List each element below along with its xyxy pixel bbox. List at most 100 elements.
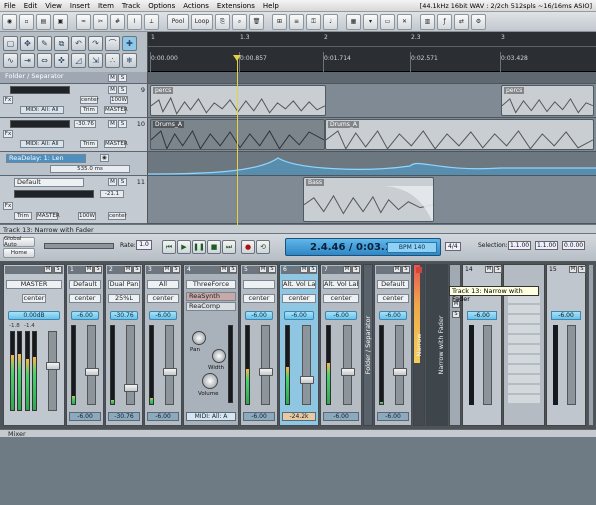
time-signature[interactable]: 4/4 <box>445 242 461 251</box>
volume-fader[interactable] <box>85 325 99 405</box>
fade-tool-icon[interactable]: ◿ <box>71 53 86 68</box>
stretch-tool-icon[interactable]: ⇔ <box>37 53 52 68</box>
save-project-icon[interactable]: ▣ <box>53 13 68 30</box>
tab-tool-icon[interactable]: ⇥ <box>20 53 35 68</box>
menu-edit[interactable]: Edit <box>20 2 42 10</box>
select-tool-icon[interactable]: ▢ <box>3 36 18 51</box>
master-send-button[interactable]: MASTER <box>36 212 60 220</box>
narrow-fader-strip[interactable]: Narrow with Fader <box>426 264 448 426</box>
volume-knob[interactable] <box>202 373 218 389</box>
mute-button[interactable]: M <box>485 266 493 273</box>
volume-fader[interactable] <box>393 325 407 405</box>
pan-value[interactable]: center <box>22 294 46 303</box>
mixer-strip-15[interactable]: 15 M S -6.00 <box>546 264 586 426</box>
envelope-lane[interactable] <box>148 152 596 176</box>
pan-value[interactable]: center <box>69 294 101 303</box>
volume-fader[interactable] <box>483 325 492 405</box>
mute-button[interactable]: M <box>108 120 117 128</box>
mixer-icon[interactable]: ▥ <box>420 13 435 30</box>
solo-button[interactable]: S <box>118 86 127 94</box>
track-11[interactable]: Default M S 11 -21.1 Fx Trim MASTER 100W… <box>0 176 148 224</box>
volume-fader[interactable] <box>300 325 314 405</box>
paste-icon[interactable]: ⎘ <box>215 13 230 30</box>
solo-button[interactable]: S <box>578 266 586 273</box>
waveform-icon[interactable]: ≈ <box>76 13 91 30</box>
mute-button[interactable]: M <box>85 266 93 273</box>
pan-value[interactable]: center <box>147 294 179 303</box>
mixer-strip-6[interactable]: 6 M S Alt. Vol Label center -6.00 -24.2k <box>279 264 319 426</box>
fx-button[interactable]: Fx <box>3 202 13 210</box>
solo-button[interactable]: S <box>118 178 127 186</box>
mute-button[interactable]: M <box>108 74 117 82</box>
pan-value[interactable]: center <box>80 96 99 104</box>
record-arm-icon[interactable] <box>416 267 422 273</box>
undo-icon[interactable]: ↶ <box>71 36 86 51</box>
pencil-tool-icon[interactable]: ✎ <box>37 36 52 51</box>
media-item-percs[interactable]: percs <box>150 85 326 116</box>
mute-button[interactable]: M <box>220 266 228 273</box>
volume-fader[interactable] <box>46 331 60 411</box>
trash-icon[interactable]: 🗑 <box>249 13 264 30</box>
mixer-strip-4[interactable]: 4 M S ThreeForce ReaSynth ReaComp Pan Wi… <box>183 264 239 426</box>
envelope-tool-icon[interactable]: ⌒ <box>105 36 120 51</box>
volume-fader[interactable] <box>427 385 436 505</box>
mute-button[interactable]: M <box>259 266 267 273</box>
pan-value[interactable]: center <box>323 294 359 303</box>
folder-strip-collapsed[interactable]: Folder / Separator <box>363 264 373 426</box>
lock-icon[interactable]: ⚿ <box>306 13 321 30</box>
go-to-end-icon[interactable]: ⏭ <box>222 240 236 254</box>
mixer-strip-default[interactable]: M S Default center -6.00 -6.00 <box>374 264 412 426</box>
mute-button[interactable]: M <box>300 266 308 273</box>
zoom-icon[interactable]: ⌕ <box>232 13 247 30</box>
menu-options[interactable]: Options <box>144 2 179 10</box>
playrate-slider[interactable] <box>44 243 114 249</box>
home-button[interactable]: Home <box>3 248 35 258</box>
nudge-tool-icon[interactable]: ⇲ <box>88 53 103 68</box>
mixer-strip-2[interactable]: 2 M S Dual Pan 25%L -30.76 -30.76 <box>105 264 143 426</box>
wave-tool-icon[interactable]: ∿ <box>3 53 18 68</box>
solo-button[interactable]: S <box>452 311 460 318</box>
trim-button[interactable]: Trim <box>80 106 98 114</box>
midi-input-select[interactable]: MIDI: All: All <box>20 106 64 114</box>
track-9[interactable]: M S 9 Fx center 100W MIDI: All: All Trim… <box>0 84 148 118</box>
redo-icon[interactable]: ↷ <box>88 36 103 51</box>
envelope-name[interactable]: ReaDelay: 1: Len <box>6 154 86 163</box>
track-name[interactable]: Default <box>14 178 84 187</box>
volume-fader[interactable] <box>341 325 355 405</box>
volume-fader[interactable] <box>259 325 273 405</box>
volume-value[interactable]: -6.00 <box>467 311 497 320</box>
mute-button[interactable]: M <box>163 266 171 273</box>
snap-icon[interactable]: ⊞ <box>272 13 287 30</box>
edit-cursor-flag[interactable] <box>233 55 241 61</box>
pan-value[interactable]: center <box>108 212 127 220</box>
track-10[interactable]: -30.76 M S 10 Fx MIDI: All: All Trim MAS… <box>0 118 148 152</box>
media-item-bass[interactable]: Bass <box>303 177 434 222</box>
mixer-scrollbar[interactable] <box>588 264 594 426</box>
volume-value[interactable]: -6.00 <box>284 311 314 320</box>
new-project-icon[interactable]: ▫ <box>19 13 34 30</box>
volume-value[interactable]: -6.00 <box>551 311 581 320</box>
menu-extensions[interactable]: Extensions <box>213 2 259 10</box>
routing-icon[interactable]: ⇄ <box>454 13 469 30</box>
solo-button[interactable]: S <box>133 266 141 273</box>
mixer-strip-3[interactable]: 3 M S All center -6.00 -6.00 <box>144 264 182 426</box>
loop-icon[interactable]: ⟲ <box>256 240 270 254</box>
volume-fader[interactable] <box>124 325 138 405</box>
marker-icon[interactable]: ▾ <box>363 13 378 30</box>
selection-length[interactable]: 0.0.00 <box>562 241 586 250</box>
width-value[interactable]: 100W <box>78 212 96 220</box>
media-item-percs-2[interactable]: percs <box>501 85 594 116</box>
mute-button[interactable]: M <box>108 178 117 186</box>
stop-icon[interactable]: ■ <box>207 240 221 254</box>
grid-icon[interactable]: # <box>110 13 125 30</box>
volume-value[interactable]: -21.1 <box>100 190 124 198</box>
volume-value[interactable]: -6.00 <box>325 311 357 320</box>
pan-value[interactable]: center <box>377 294 409 303</box>
menu-help[interactable]: Help <box>259 2 283 10</box>
fx-icon[interactable]: ƒ <box>437 13 452 30</box>
mute-button[interactable]: M <box>108 86 117 94</box>
solo-button[interactable]: S <box>118 120 127 128</box>
solo-button[interactable]: S <box>352 266 360 273</box>
volume-value[interactable]: -6.00 <box>71 311 99 320</box>
xfade-icon[interactable]: ✕ <box>397 13 412 30</box>
